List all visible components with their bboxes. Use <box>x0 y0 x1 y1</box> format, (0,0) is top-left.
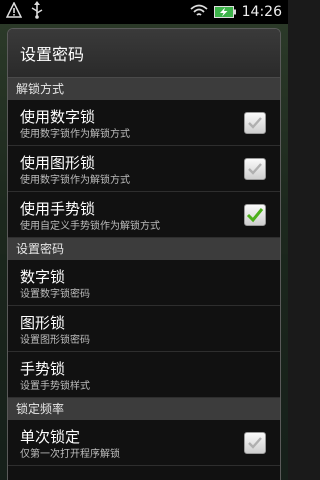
pref-title: 单次锁定 <box>20 428 81 446</box>
pref-use-number-lock[interactable]: 使用数字锁 使用数字锁作为解锁方式 <box>8 100 280 146</box>
pref-title: 数字锁 <box>20 268 66 286</box>
check-icon <box>248 163 262 175</box>
single-lock-checkbox[interactable] <box>244 432 266 454</box>
pref-pattern-lock[interactable]: 图形锁 设置图形锁密码 <box>8 306 280 352</box>
pattern-lock-checkbox[interactable] <box>244 158 266 180</box>
section-header-unlock-method: 解锁方式 <box>8 78 280 100</box>
pref-summary: 使用数字锁作为解锁方式 <box>20 129 130 140</box>
pref-summary: 使用自定义手势锁作为解锁方式 <box>20 221 160 232</box>
number-lock-checkbox[interactable] <box>244 112 266 134</box>
pref-summary: 设置手势锁样式 <box>20 381 90 392</box>
pref-use-pattern-lock[interactable]: 使用图形锁 使用数字锁作为解锁方式 <box>8 146 280 192</box>
section-header-set-password: 设置密码 <box>8 238 280 260</box>
pref-title: 使用数字锁 <box>20 108 96 126</box>
pref-use-gesture-lock[interactable]: 使用手势锁 使用自定义手势锁作为解锁方式 <box>8 192 280 238</box>
check-icon <box>248 117 262 129</box>
status-bar: 14:26 <box>0 0 288 24</box>
battery-charging-icon <box>213 3 236 22</box>
password-settings-dialog: 设置密码 解锁方式 使用数字锁 使用数字锁作为解锁方式 使用图形锁 使用数字锁作… <box>7 28 281 480</box>
pref-number-lock[interactable]: 数字锁 设置数字锁密码 <box>8 260 280 306</box>
pref-summary: 设置数字锁密码 <box>20 289 90 300</box>
pref-summary: 使用数字锁作为解锁方式 <box>20 175 130 186</box>
warning-icon <box>5 1 23 22</box>
section-header-lock-frequency: 锁定频率 <box>8 398 280 420</box>
pref-summary: 设置图形锁密码 <box>20 335 90 346</box>
pref-summary: 仅第一次打开程序解锁 <box>20 449 120 460</box>
status-time: 14:26 <box>241 4 282 20</box>
usb-icon <box>30 1 44 23</box>
pref-title: 手势锁 <box>20 360 66 378</box>
check-icon <box>246 208 264 223</box>
wifi-icon <box>190 3 208 22</box>
pref-title: 使用图形锁 <box>20 154 96 172</box>
pref-title: 图形锁 <box>20 314 66 332</box>
pref-title: 使用手势锁 <box>20 200 96 218</box>
gesture-lock-checkbox[interactable] <box>244 204 266 226</box>
pref-single-lock[interactable]: 单次锁定 仅第一次打开程序解锁 <box>8 420 280 466</box>
dialog-title: 设置密码 <box>8 29 280 78</box>
check-icon <box>248 437 262 449</box>
pref-gesture-lock[interactable]: 手势锁 设置手势锁样式 <box>8 352 280 398</box>
